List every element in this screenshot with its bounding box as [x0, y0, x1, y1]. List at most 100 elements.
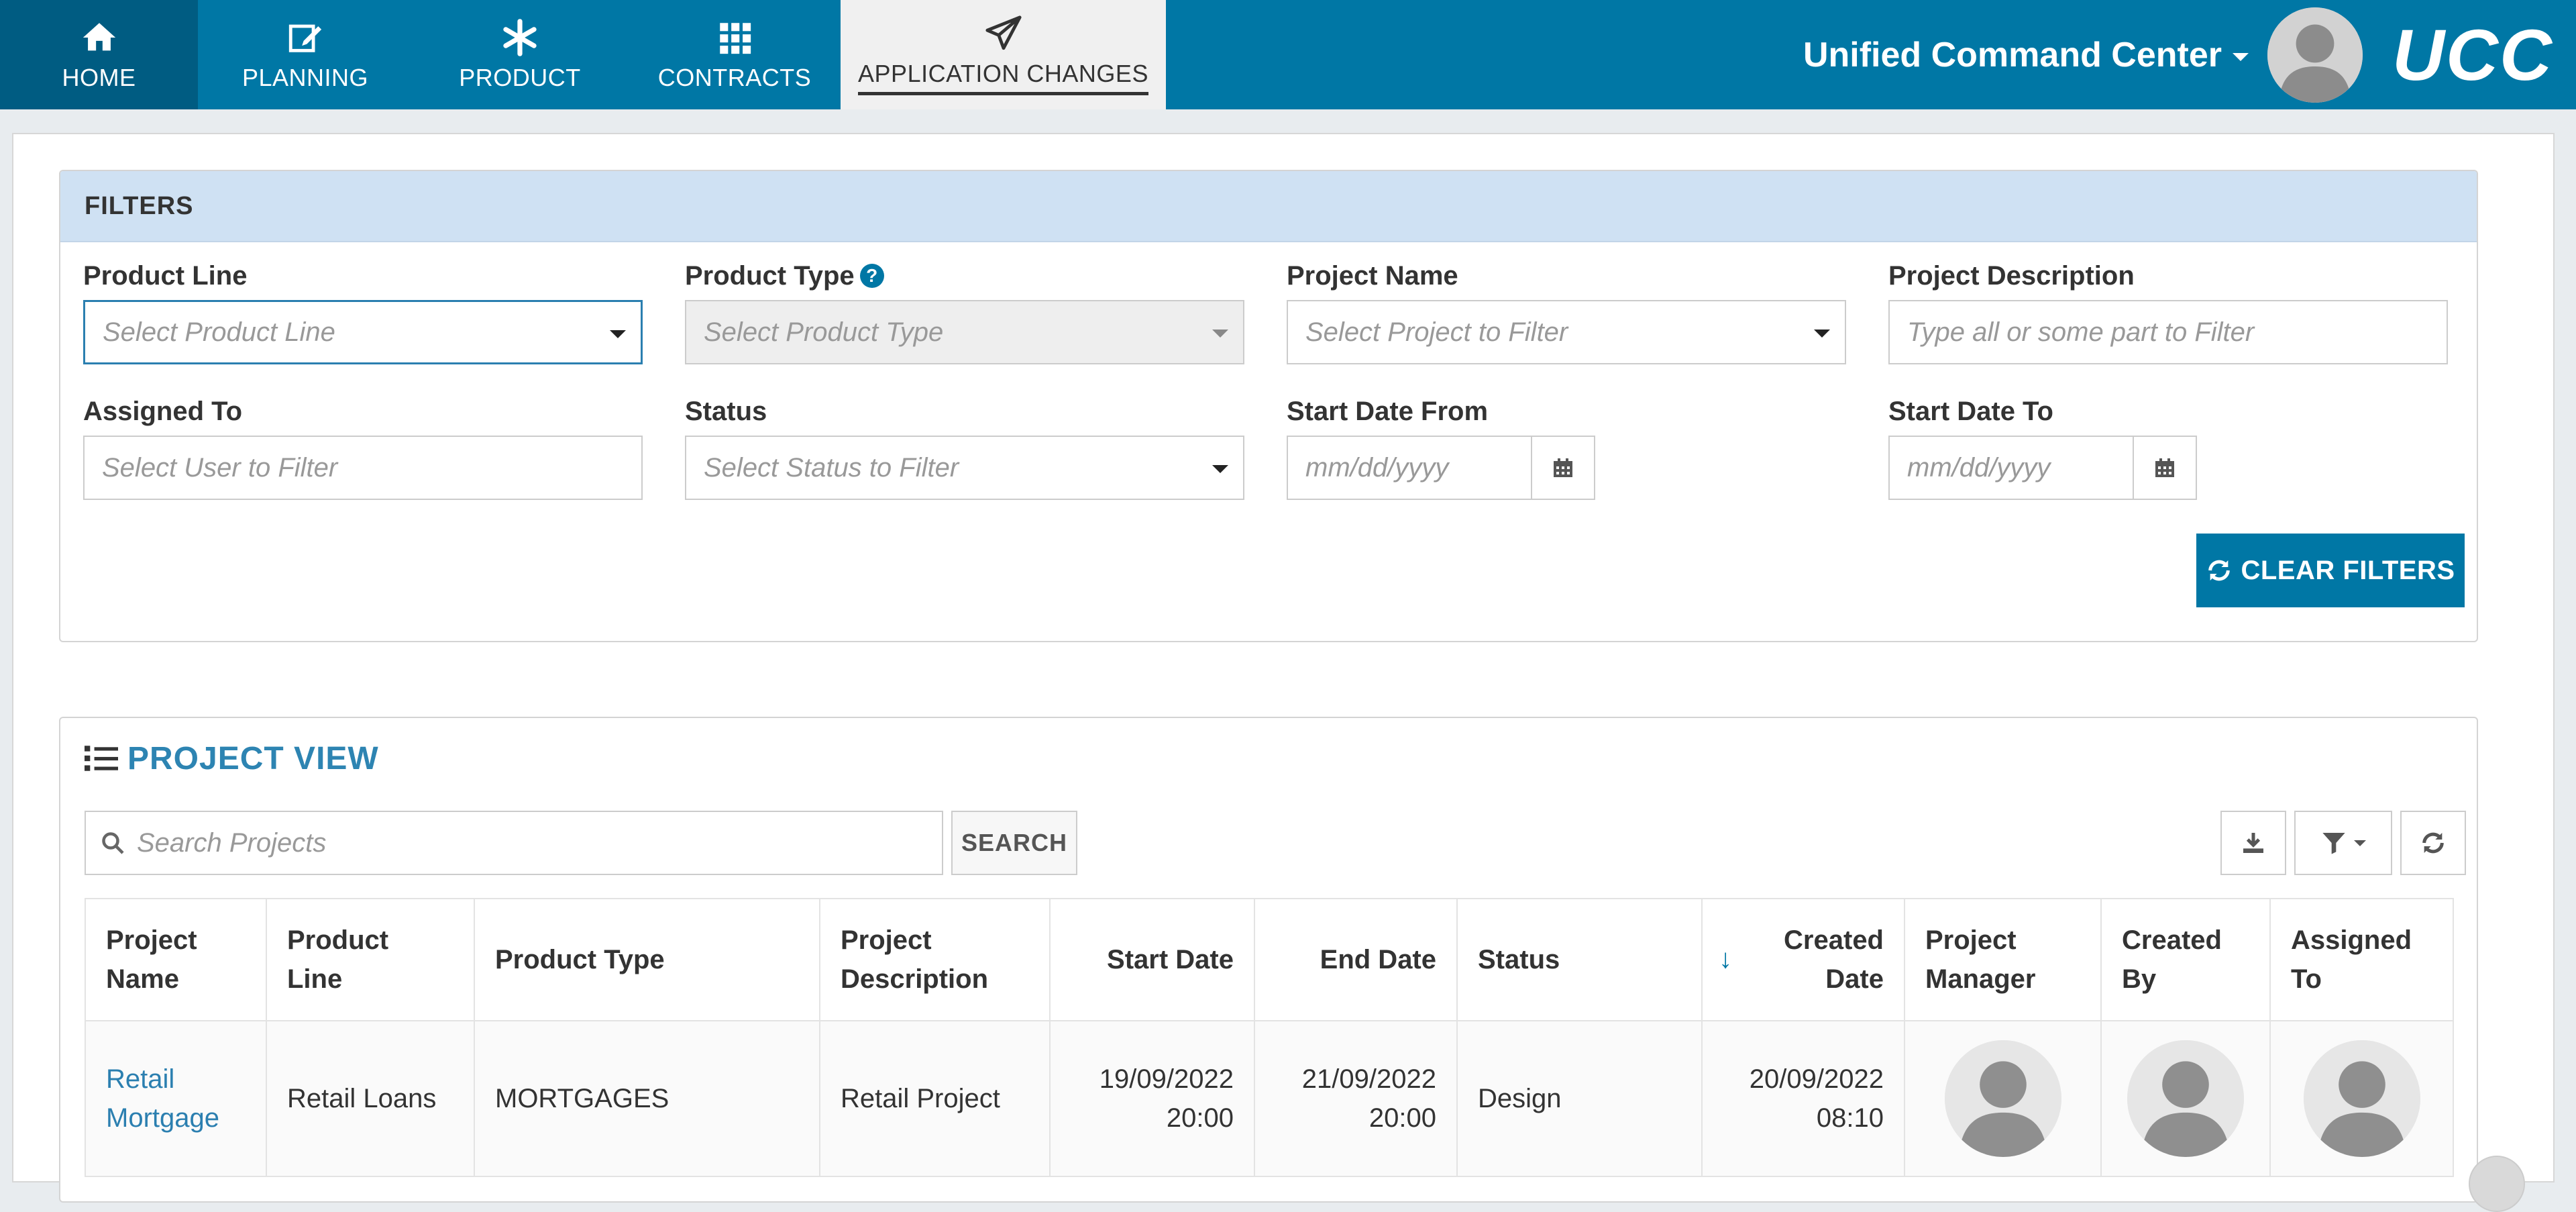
search-icon: [102, 832, 124, 854]
status-placeholder: Select Status to Filter: [704, 452, 959, 483]
assigned-to-filter: Assigned To Select User to Filter: [83, 393, 643, 500]
tab-planning-label: PLANNING: [241, 63, 369, 91]
scroll-to-top-button[interactable]: [2469, 1156, 2525, 1212]
clear-filters-label: CLEAR FILTERS: [2241, 555, 2455, 585]
product-line-select[interactable]: Select Product Line: [83, 300, 643, 364]
tab-product[interactable]: PRODUCT: [413, 0, 627, 109]
start-date-to-input[interactable]: mm/dd/yyyy: [1890, 437, 2134, 499]
cell-project-description: Retail Project: [819, 1020, 1051, 1177]
project-search-input[interactable]: Search Projects: [85, 811, 943, 875]
col-project-manager[interactable]: Project Manager: [1904, 898, 2102, 1021]
col-project-name[interactable]: Project Name: [85, 898, 267, 1021]
project-search-placeholder: Search Projects: [137, 827, 327, 858]
app-menu-label: Unified Command Center: [1803, 35, 2222, 74]
col-start-date[interactable]: Start Date: [1049, 898, 1255, 1021]
brand-area: Unified Command Center UCC: [1803, 0, 2576, 109]
start-date-to-label: Start Date To: [1888, 396, 2053, 426]
col-assigned-to[interactable]: Assigned To: [2269, 898, 2454, 1021]
tab-home-label: HOME: [62, 63, 136, 91]
project-view-title: PROJECT VIEW: [127, 740, 379, 776]
product-line-label: Product Line: [83, 260, 248, 291]
search-button[interactable]: SEARCH: [951, 811, 1077, 875]
chevron-down-icon: [2233, 52, 2249, 61]
start-date-from-filter: Start Date From mm/dd/yyyy: [1287, 393, 1595, 500]
assigned-to-avatar[interactable]: [2303, 1040, 2420, 1157]
project-description-label: Project Description: [1888, 260, 2135, 291]
col-created-by[interactable]: Created By: [2100, 898, 2271, 1021]
cell-created-by: [2100, 1020, 2271, 1177]
cell-project-name[interactable]: Retail Mortgage: [85, 1020, 267, 1177]
col-project-description[interactable]: Project Description: [819, 898, 1051, 1021]
product-type-label-row: Product Type ?: [685, 257, 884, 295]
tab-contracts-label: CONTRACTS: [657, 63, 812, 91]
grid-icon: [720, 22, 751, 54]
col-product-type[interactable]: Product Type: [474, 898, 820, 1021]
filter-dropdown-button[interactable]: [2294, 811, 2392, 875]
download-icon: [2243, 833, 2263, 853]
start-date-from-calendar-button[interactable]: [1532, 437, 1594, 499]
project-name-placeholder: Select Project to Filter: [1305, 317, 1568, 347]
cell-end-date: 21/09/2022 20:00: [1254, 1020, 1458, 1177]
user-avatar[interactable]: [2267, 7, 2363, 103]
cell-project-manager: [1904, 1020, 2102, 1177]
asterisk-icon: [503, 18, 537, 56]
list-icon: [85, 746, 118, 771]
cell-start-date: 19/09/2022 20:00: [1049, 1020, 1255, 1177]
user-silhouette-icon: [2127, 1040, 2244, 1157]
project-description-input[interactable]: Type all or some part to Filter: [1888, 300, 2448, 364]
project-view-title-row: PROJECT VIEW: [85, 738, 379, 778]
tab-application-changes[interactable]: APPLICATION CHANGES: [841, 0, 1166, 109]
tab-contracts[interactable]: CONTRACTS: [627, 0, 842, 109]
export-button[interactable]: [2220, 811, 2286, 875]
user-silhouette-icon: [1944, 1040, 2061, 1157]
calendar-icon: [1554, 458, 1572, 477]
project-description-placeholder: Type all or some part to Filter: [1907, 317, 2255, 347]
created-by-avatar[interactable]: [2127, 1040, 2244, 1157]
cell-created-date: 20/09/2022 08:10: [1701, 1020, 1905, 1177]
calendar-icon: [2155, 458, 2174, 477]
table-header-row: Project Name Product Line Product Type Pro…: [85, 898, 2454, 1021]
tab-planning[interactable]: PLANNING: [198, 0, 413, 109]
assigned-to-input[interactable]: Select User to Filter: [83, 436, 643, 500]
start-date-to-calendar-button[interactable]: [2134, 437, 2196, 499]
filters-heading: FILTERS: [60, 171, 2477, 242]
refresh-icon: [2208, 560, 2231, 581]
product-line-placeholder: Select Product Line: [103, 317, 335, 347]
product-type-label: Product Type: [685, 260, 855, 291]
col-product-line[interactable]: Product Line: [266, 898, 475, 1021]
project-name-filter: Project Name Select Project to Filter: [1287, 257, 1846, 364]
dropdown-caret-icon: [1814, 330, 1830, 338]
filters-panel: FILTERS Product Line Select Product Line…: [59, 170, 2478, 642]
dropdown-caret-icon: [610, 330, 626, 338]
tab-home[interactable]: HOME: [0, 0, 198, 109]
project-name-select[interactable]: Select Project to Filter: [1287, 300, 1846, 364]
logo: UCC: [2392, 14, 2553, 95]
project-view-panel: PROJECT VIEW Search Projects SEARCH Proj…: [59, 717, 2478, 1203]
app-switcher-dropdown[interactable]: Unified Command Center: [1803, 35, 2249, 75]
project-manager-avatar[interactable]: [1944, 1040, 2061, 1157]
product-type-select: Select Product Type: [685, 300, 1244, 364]
col-end-date[interactable]: End Date: [1254, 898, 1458, 1021]
home-icon: [83, 22, 115, 50]
col-created-date[interactable]: ↓ Created Date: [1701, 898, 1905, 1021]
assigned-to-placeholder: Select User to Filter: [102, 452, 338, 483]
col-status[interactable]: Status: [1456, 898, 1703, 1021]
cell-status: Design: [1456, 1020, 1703, 1177]
project-description-filter: Project Description Type all or some par…: [1888, 257, 2448, 364]
status-select[interactable]: Select Status to Filter: [685, 436, 1244, 500]
paper-plane-icon: [985, 15, 1022, 50]
status-filter: Status Select Status to Filter: [685, 393, 1244, 500]
cell-product-line: Retail Loans: [266, 1020, 475, 1177]
help-icon[interactable]: ?: [859, 264, 884, 288]
refresh-button[interactable]: [2400, 811, 2466, 875]
edit-icon: [288, 24, 322, 52]
start-date-from-label: Start Date From: [1287, 396, 1489, 426]
refresh-icon: [2422, 832, 2444, 854]
table-row[interactable]: Retail Mortgage Retail Loans MORTGAGES Re…: [85, 1020, 2454, 1177]
clear-filters-button[interactable]: CLEAR FILTERS: [2196, 534, 2465, 607]
project-link[interactable]: Retail Mortgage: [106, 1064, 219, 1133]
dropdown-caret-icon: [1212, 465, 1228, 473]
product-line-filter: Product Line Select Product Line: [83, 257, 643, 364]
dropdown-caret-icon: [1212, 330, 1228, 338]
start-date-from-input[interactable]: mm/dd/yyyy: [1288, 437, 1532, 499]
